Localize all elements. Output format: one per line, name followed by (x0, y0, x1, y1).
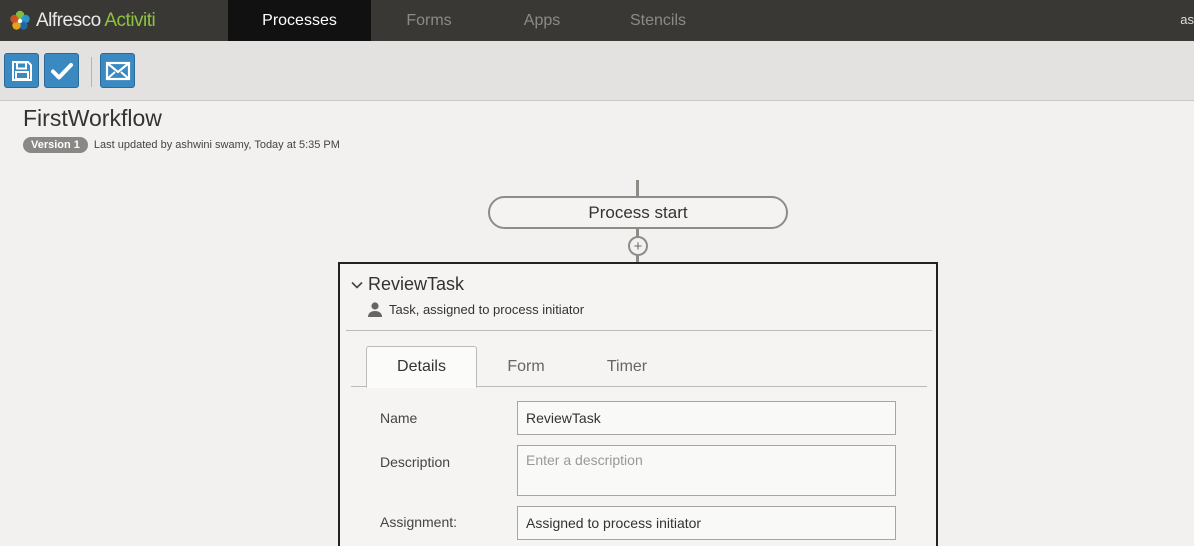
nav-tab-label: Processes (262, 11, 337, 29)
connector-line (636, 180, 639, 196)
assignment-input[interactable] (517, 506, 896, 540)
nav-tab-apps[interactable]: Apps (505, 0, 579, 41)
description-textarea[interactable] (517, 445, 896, 496)
floppy-disk-icon (11, 60, 32, 81)
name-label: Name (380, 410, 418, 426)
description-label: Description (380, 454, 451, 470)
divider (346, 330, 932, 331)
step-card-reviewtask: ReviewTask Task, assigned to process ini… (338, 262, 938, 546)
alfresco-flower-icon (10, 10, 30, 30)
assignment-label: Assignment: (380, 514, 458, 530)
step-subtitle: Task, assigned to process initiator (367, 301, 584, 317)
nav-tab-label: Forms (406, 11, 452, 29)
process-start-label: Process start (588, 202, 688, 222)
tab-timer[interactable]: Timer (583, 346, 671, 387)
step-title: ReviewTask (368, 274, 465, 294)
tab-label: Form (507, 357, 545, 375)
name-input[interactable] (517, 401, 896, 435)
add-step-button[interactable]: + (628, 236, 648, 256)
share-email-button[interactable] (100, 53, 135, 88)
chevron-down-icon (351, 281, 363, 289)
logo-text-alfresco: Alfresco (36, 10, 101, 31)
tab-label: Timer (606, 357, 648, 375)
logo-text-activiti: Activiti (104, 10, 156, 31)
model-meta: Version 1 Last updated by ashwini swamy,… (23, 137, 340, 153)
tab-details[interactable]: Details (366, 346, 477, 388)
checkmark-icon (50, 62, 73, 79)
process-start-node[interactable]: Process start (488, 196, 788, 229)
plus-icon: + (633, 237, 643, 255)
step-subtitle-text: Task, assigned to process initiator (389, 301, 585, 317)
envelope-icon (105, 61, 130, 80)
version-badge: Version 1 (23, 137, 88, 153)
nav-tab-stencils[interactable]: Stencils (613, 0, 703, 41)
user-icon (368, 302, 382, 317)
editor-toolbar (0, 41, 1194, 101)
top-nav-bar: Alfresco Activiti Processes Forms Apps S… (0, 0, 1194, 47)
toolbar-divider (91, 57, 92, 87)
save-button[interactable] (4, 53, 39, 88)
last-updated-text: Last updated by ashwini swamy, Today at … (93, 139, 340, 151)
step-collapse-toggle[interactable]: ReviewTask (350, 274, 464, 295)
user-menu[interactable]: as (1180, 12, 1194, 27)
step-tabs: Details Form Timer (351, 346, 927, 388)
tab-form[interactable]: Form (482, 346, 570, 387)
nav-tab-processes[interactable]: Processes (228, 0, 371, 47)
tab-label: Details (397, 358, 446, 375)
app-logo[interactable]: Alfresco Activiti (8, 8, 156, 34)
nav-tab-label: Apps (523, 11, 561, 29)
validate-button[interactable] (44, 53, 79, 88)
page-title: FirstWorkflow (23, 105, 162, 131)
nav-tab-forms[interactable]: Forms (385, 0, 473, 41)
nav-tab-label: Stencils (629, 11, 687, 29)
